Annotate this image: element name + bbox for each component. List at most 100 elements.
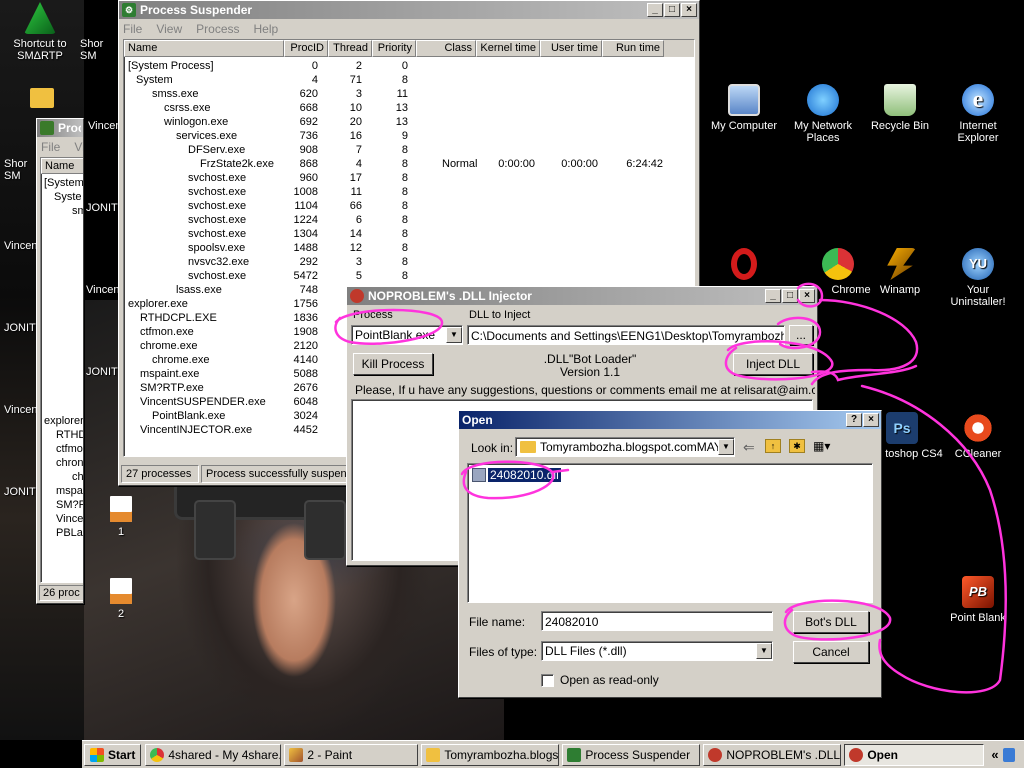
process-row[interactable]: svchost.exe 960 17 8 — [124, 172, 694, 186]
desktop-icon-folder[interactable] — [22, 88, 62, 112]
minimize-button[interactable]: _ — [647, 3, 663, 17]
close-button[interactable]: × — [681, 3, 697, 17]
column-header-class[interactable]: Class — [416, 40, 476, 57]
close-button[interactable]: × — [863, 413, 879, 427]
desktop-icon-winamp[interactable]: Winamp — [862, 248, 938, 296]
desktop-icon-jonit[interactable]: JONIT — [86, 202, 122, 214]
bg-process-list[interactable]: Name [SystemSystesm explorerRTHDctfmochro… — [40, 157, 83, 583]
list-item[interactable]: [System — [44, 176, 83, 190]
process-select[interactable]: PointBlank.exe ▼ — [351, 325, 463, 345]
process-row[interactable]: smss.exe 620 3 11 — [124, 88, 694, 102]
desktop-icon-shor[interactable]: Shor SM — [4, 158, 38, 182]
desktop-icon-ccleaner[interactable]: CCleaner — [940, 412, 1016, 460]
bg-process-window[interactable]: Proce File Vi Name [SystemSystesm explore… — [36, 118, 84, 604]
tray-shield-icon[interactable] — [1002, 747, 1015, 762]
column-header-procid[interactable]: ProcID — [284, 40, 328, 57]
file-name-input[interactable]: 24082010 — [541, 611, 773, 631]
file-item-dll[interactable]: 24082010.dll — [472, 468, 561, 482]
desktop-icon-jonit[interactable]: JONIT — [86, 366, 122, 378]
help-button[interactable]: ? — [846, 413, 862, 427]
desktop-icon-point-blank[interactable]: PB Point Blank — [940, 576, 1016, 624]
list-item[interactable]: mspa — [44, 484, 83, 498]
menu-file[interactable]: File — [123, 22, 142, 36]
tray-chevron[interactable]: « — [991, 747, 998, 762]
process-row[interactable]: System 4 71 8 — [124, 74, 694, 88]
desktop-icon-recycle-bin[interactable]: Recycle Bin — [862, 84, 938, 132]
minimize-button[interactable]: _ — [765, 289, 781, 303]
process-row[interactable]: spoolsv.exe 1488 12 8 — [124, 242, 694, 256]
chevron-down-icon[interactable]: ▼ — [718, 439, 734, 455]
menu-process[interactable]: Process — [196, 22, 239, 36]
column-header-priority[interactable]: Priority — [372, 40, 416, 57]
taskbar-item-folder[interactable]: Tomyrambozha.blogs... — [421, 743, 560, 766]
process-row[interactable]: FrzState2k.exe 868 4 8 Normal 0:00:00 0:00:00 6… — [124, 158, 694, 172]
desktop-icon-vincent[interactable]: Vincen — [4, 404, 38, 416]
taskbar-item-4shared[interactable]: 4shared - My 4share... — [145, 743, 282, 766]
close-button[interactable]: × — [799, 289, 815, 303]
process-row[interactable]: svchost.exe 1008 11 8 — [124, 186, 694, 200]
chevron-down-icon[interactable]: ▼ — [756, 643, 772, 659]
process-row[interactable]: nvsvc32.exe 292 3 8 — [124, 256, 694, 270]
column-header-run-time[interactable]: Run time — [602, 40, 664, 57]
process-row[interactable]: csrss.exe 668 10 13 — [124, 102, 694, 116]
taskbar-item-paint[interactable]: 2 - Paint — [284, 743, 419, 766]
desktop-icon-your-uninstaller[interactable]: YU Your Uninstaller! — [940, 248, 1016, 308]
desktop-icon-my-computer[interactable]: My Computer — [706, 84, 782, 132]
process-suspender-titlebar[interactable]: ⚙ Process Suspender _ □ × — [119, 1, 699, 19]
view-menu-icon[interactable]: ▦▾ — [813, 439, 830, 453]
start-button[interactable]: Start — [84, 743, 142, 766]
list-item[interactable]: sm — [44, 204, 83, 218]
column-header-name[interactable]: Name — [41, 158, 83, 174]
list-item[interactable]: SM?R — [44, 498, 83, 512]
open-dialog[interactable]: Open ? × Look in: Tomyrambozha.blogspot.… — [458, 410, 882, 698]
bots-dll-button[interactable]: Bot's DLL — [793, 611, 869, 633]
column-header-user-time[interactable]: User time — [540, 40, 602, 57]
process-row[interactable]: [System Process] 0 2 0 — [124, 60, 694, 74]
maximize-button[interactable]: □ — [782, 289, 798, 303]
look-in-select[interactable]: Tomyrambozha.blogspot.comMAYOR ▼ — [515, 437, 735, 457]
taskbar-item-process-suspender[interactable]: Process Suspender — [562, 743, 701, 766]
column-header-thread[interactable]: Thread — [328, 40, 372, 57]
list-item[interactable]: Syste — [44, 190, 83, 204]
list-item[interactable]: Vince — [44, 512, 83, 526]
back-icon[interactable]: ⇐ — [743, 439, 755, 456]
desktop-icon-doc-2[interactable]: 2 — [104, 578, 138, 620]
list-item[interactable]: RTHD — [44, 428, 83, 442]
desktop-icon-network[interactable]: My Network Places — [785, 84, 861, 144]
process-row[interactable]: svchost.exe 5472 5 8 — [124, 270, 694, 284]
list-item[interactable]: ctfmo — [44, 442, 83, 456]
chevron-down-icon[interactable]: ▼ — [446, 327, 462, 343]
bg-process-titlebar[interactable]: Proce — [37, 119, 83, 137]
list-item[interactable]: chron — [44, 456, 83, 470]
file-list[interactable]: 24082010.dll — [467, 463, 873, 603]
process-row[interactable]: svchost.exe 1224 6 8 — [124, 214, 694, 228]
cancel-button[interactable]: Cancel — [793, 641, 869, 663]
desktop-icon-doc-1[interactable]: 1 — [104, 496, 138, 538]
desktop-icon-ie[interactable]: e Internet Explorer — [940, 84, 1016, 144]
desktop-icon-smartp[interactable]: Shortcut to SMΔRTP — [2, 2, 78, 62]
read-only-checkbox-row[interactable]: Open as read-only — [541, 673, 659, 687]
column-header-kernel-time[interactable]: Kernel time — [476, 40, 540, 57]
menu-view[interactable]: View — [156, 22, 182, 36]
read-only-checkbox[interactable] — [541, 673, 554, 687]
desktop-icon-opera[interactable] — [706, 248, 782, 284]
up-folder-icon[interactable]: ↑ — [765, 439, 781, 453]
process-row[interactable]: DFServ.exe 908 7 8 — [124, 144, 694, 158]
open-dialog-titlebar[interactable]: Open ? × — [459, 411, 881, 429]
process-row[interactable]: winlogon.exe 692 20 13 — [124, 116, 694, 130]
taskbar-item-dll-injector[interactable]: NOPROBLEM's .DLL... — [703, 743, 842, 766]
menu-help[interactable]: Help — [254, 22, 279, 36]
dll-path-field[interactable]: C:\Documents and Settings\EENG1\Desktop\… — [467, 325, 785, 345]
files-of-type-select[interactable]: DLL Files (*.dll) ▼ — [541, 641, 773, 661]
list-item[interactable]: explorer — [44, 414, 83, 428]
column-header-name[interactable]: Name — [124, 40, 284, 57]
browse-button[interactable]: ... — [789, 325, 813, 345]
kill-process-button[interactable]: Kill Process — [353, 353, 433, 375]
process-row[interactable]: services.exe 736 16 9 — [124, 130, 694, 144]
desktop-icon-jonit[interactable]: JONIT — [4, 322, 38, 334]
list-item[interactable]: chi — [44, 470, 83, 484]
desktop-icon-jonit[interactable]: JONIT — [4, 486, 38, 498]
desktop-icon-vincent[interactable]: Vincen — [4, 240, 38, 252]
inject-dll-button[interactable]: Inject DLL — [733, 353, 813, 375]
taskbar-item-open[interactable]: Open — [844, 743, 985, 766]
